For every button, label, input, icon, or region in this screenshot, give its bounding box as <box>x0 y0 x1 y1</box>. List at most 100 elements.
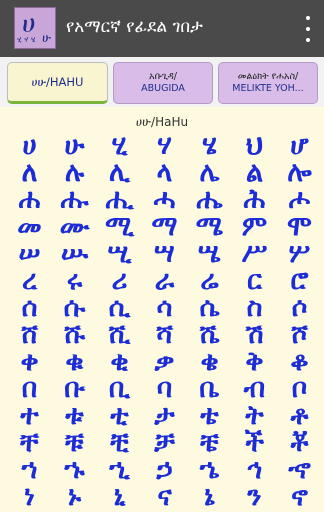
fidel-character[interactable]: ቱ <box>52 402 97 429</box>
fidel-character[interactable]: ቂ <box>97 348 142 375</box>
fidel-character[interactable]: ሌ <box>187 159 232 186</box>
fidel-character[interactable]: ሦ <box>277 240 322 267</box>
tab-abugida[interactable]: አቡጊዳ/ ABUGIDA <box>113 62 213 104</box>
fidel-character[interactable]: ላ <box>142 159 187 186</box>
fidel-character[interactable]: ሲ <box>97 294 142 321</box>
fidel-character[interactable]: ና <box>142 483 187 510</box>
fidel-character[interactable]: ሮ <box>277 267 322 294</box>
fidel-character[interactable]: ት <box>232 402 277 429</box>
fidel-character[interactable]: ሠ <box>7 240 52 267</box>
fidel-character[interactable]: ች <box>232 429 277 456</box>
fidel-character[interactable]: ም <box>232 213 277 240</box>
fidel-character[interactable]: ቻ <box>142 429 187 456</box>
fidel-character[interactable]: በ <box>7 375 52 402</box>
fidel-character[interactable]: ኔ <box>187 483 232 510</box>
fidel-character[interactable]: ሰ <box>7 294 52 321</box>
fidel-character[interactable]: ተ <box>7 402 52 429</box>
fidel-character[interactable]: ሐ <box>7 186 52 213</box>
fidel-character[interactable]: ሸ <box>7 321 52 348</box>
fidel-character[interactable]: ሴ <box>187 294 232 321</box>
fidel-character[interactable]: ሁ <box>52 132 97 159</box>
fidel-character[interactable]: ኆ <box>277 456 322 483</box>
fidel-character[interactable]: ኅ <box>232 456 277 483</box>
fidel-character[interactable]: ሩ <box>52 267 97 294</box>
fidel-character[interactable]: ሺ <box>97 321 142 348</box>
fidel-character[interactable]: ሚ <box>97 213 142 240</box>
fidel-character[interactable]: ሊ <box>97 159 142 186</box>
fidel-character[interactable]: ኀ <box>7 456 52 483</box>
fidel-character[interactable]: ኃ <box>142 456 187 483</box>
fidel-character[interactable]: ቴ <box>187 402 232 429</box>
fidel-character[interactable]: ማ <box>142 213 187 240</box>
fidel-character[interactable]: ለ <box>7 159 52 186</box>
fidel-character[interactable]: ሓ <box>142 186 187 213</box>
fidel-character[interactable]: ሀ <box>7 132 52 159</box>
fidel-character[interactable]: ኒ <box>97 483 142 510</box>
fidel-character[interactable]: ቹ <box>52 429 97 456</box>
fidel-character[interactable]: ቶ <box>277 402 322 429</box>
fidel-character[interactable]: ሶ <box>277 294 322 321</box>
fidel-character[interactable]: ሥ <box>232 240 277 267</box>
fidel-character[interactable]: ቸ <box>7 429 52 456</box>
fidel-character[interactable]: ሡ <box>52 240 97 267</box>
fidel-character[interactable]: ሳ <box>142 294 187 321</box>
fidel-character[interactable]: ነ <box>7 483 52 510</box>
fidel-character[interactable]: ሤ <box>187 240 232 267</box>
fidel-character[interactable]: ሢ <box>97 240 142 267</box>
fidel-character[interactable]: ሉ <box>52 159 97 186</box>
fidel-character[interactable]: ሄ <box>187 132 232 159</box>
fidel-character[interactable]: ቲ <box>97 402 142 429</box>
fidel-character[interactable]: ሹ <box>52 321 97 348</box>
fidel-character[interactable]: ቤ <box>187 375 232 402</box>
fidel-character[interactable]: ል <box>232 159 277 186</box>
fidel-character[interactable]: ሜ <box>187 213 232 240</box>
fidel-character[interactable]: መ <box>7 213 52 240</box>
fidel-character[interactable]: ኂ <box>97 456 142 483</box>
fidel-character[interactable]: ሂ <box>97 132 142 159</box>
fidel-character[interactable]: ሬ <box>187 267 232 294</box>
fidel-character[interactable]: ቼ <box>187 429 232 456</box>
fidel-character[interactable]: ባ <box>142 375 187 402</box>
fidel-character[interactable]: ረ <box>7 267 52 294</box>
fidel-character[interactable]: ር <box>232 267 277 294</box>
fidel-character[interactable]: ራ <box>142 267 187 294</box>
fidel-character[interactable]: ብ <box>232 375 277 402</box>
fidel-character[interactable]: ቺ <box>97 429 142 456</box>
fidel-character[interactable]: ሪ <box>97 267 142 294</box>
fidel-character[interactable]: ቾ <box>277 429 322 456</box>
fidel-character[interactable]: ሣ <box>142 240 187 267</box>
tab-hahu[interactable]: ሀሁ/HAHU <box>7 62 108 104</box>
fidel-character[interactable]: ሼ <box>187 321 232 348</box>
fidel-character[interactable]: ሞ <box>277 213 322 240</box>
fidel-character[interactable]: ኄ <box>187 456 232 483</box>
fidel-character[interactable]: ስ <box>232 294 277 321</box>
fidel-character[interactable]: ሙ <box>52 213 97 240</box>
fidel-character[interactable]: ኁ <box>52 456 97 483</box>
fidel-character[interactable]: ቆ <box>277 348 322 375</box>
fidel-character[interactable]: ሽ <box>232 321 277 348</box>
fidel-character[interactable]: ቀ <box>7 348 52 375</box>
fidel-character[interactable]: ቄ <box>187 348 232 375</box>
fidel-character[interactable]: ታ <box>142 402 187 429</box>
fidel-character[interactable]: ሎ <box>277 159 322 186</box>
tab-melikte[interactable]: መልዕክት የሐአስ/ MELIKTE YOH... <box>218 62 318 104</box>
fidel-character[interactable]: ሑ <box>52 186 97 213</box>
fidel-character[interactable]: ኖ <box>277 483 322 510</box>
fidel-character[interactable]: ሃ <box>142 132 187 159</box>
fidel-character[interactable]: ሕ <box>232 186 277 213</box>
fidel-character[interactable]: ቃ <box>142 348 187 375</box>
fidel-character[interactable]: ሻ <box>142 321 187 348</box>
fidel-character[interactable]: ሾ <box>277 321 322 348</box>
fidel-character[interactable]: ሒ <box>97 186 142 213</box>
fidel-character[interactable]: ቁ <box>52 348 97 375</box>
fidel-character[interactable]: ሔ <box>187 186 232 213</box>
fidel-character[interactable]: ሱ <box>52 294 97 321</box>
fidel-character[interactable]: ሆ <box>277 132 322 159</box>
overflow-menu-icon[interactable] <box>302 16 314 42</box>
fidel-character[interactable]: ቢ <box>97 375 142 402</box>
fidel-character[interactable]: ህ <box>232 132 277 159</box>
fidel-character[interactable]: ሖ <box>277 186 322 213</box>
fidel-character[interactable]: ን <box>232 483 277 510</box>
fidel-character[interactable]: ቅ <box>232 348 277 375</box>
fidel-character[interactable]: ኑ <box>52 483 97 510</box>
